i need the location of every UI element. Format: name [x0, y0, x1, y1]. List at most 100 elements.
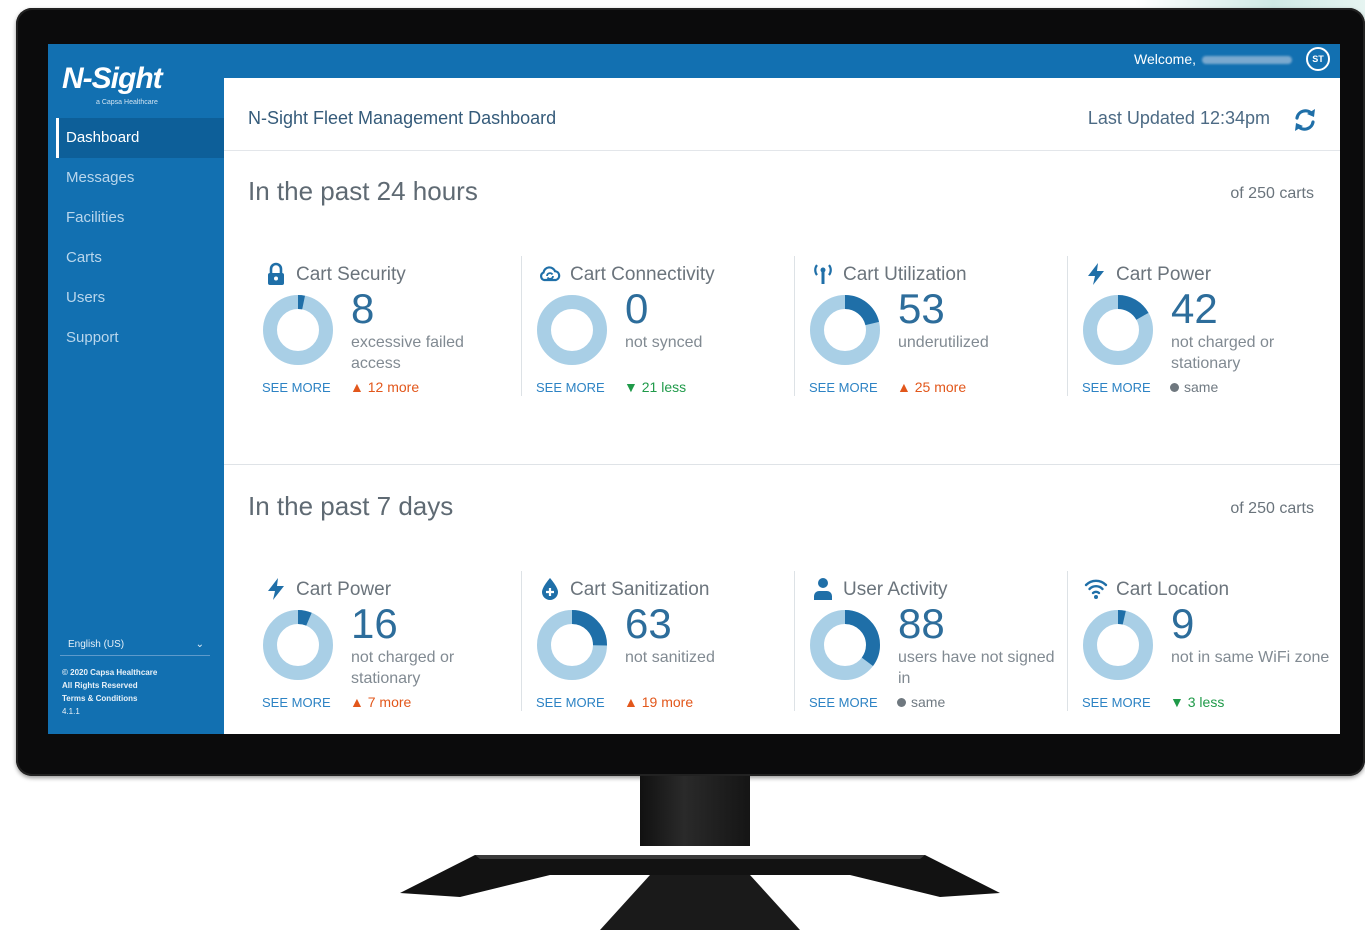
page-title: N-Sight Fleet Management Dashboard — [248, 108, 557, 128]
card-title: Cart Sanitization — [570, 579, 710, 600]
change-indicator: ▲ 7 more — [350, 694, 411, 710]
change-text: 21 less — [641, 379, 687, 395]
down-triangle-icon: ▼ — [624, 379, 638, 395]
up-triangle-icon: ▲ — [624, 694, 638, 710]
last-updated-text: Last Updated 12:34pm — [1087, 108, 1270, 128]
section-cart-count: of 250 carts — [1230, 185, 1314, 202]
card-title: Cart Power — [1116, 264, 1212, 285]
card-cart-security: Cart Security 8 excessive failed access … — [248, 256, 521, 396]
card-title: Cart Location — [1116, 579, 1230, 600]
card-value: 9 — [1171, 600, 1195, 647]
up-triangle-icon: ▲ — [897, 379, 911, 395]
neutral-dot-icon — [897, 698, 906, 707]
welcome-label: Welcome, — [1134, 51, 1196, 67]
see-more-link[interactable]: SEE MORE — [809, 695, 878, 710]
n-sight-logo: N-Sight — [62, 62, 163, 95]
card-description: not sanitized — [625, 649, 715, 666]
sidebar-item-users[interactable]: Users — [56, 278, 224, 318]
sidebar-item-messages[interactable]: Messages — [56, 158, 224, 198]
up-triangle-icon: ▲ — [350, 694, 364, 710]
change-indicator: ▲ 25 more — [897, 379, 966, 395]
card-cart-power-24h: Cart Power 42 not charged or stationary … — [1067, 256, 1340, 396]
terms-link[interactable]: Terms & Conditions — [62, 692, 157, 705]
wifi-icon — [1084, 579, 1108, 599]
card-value: 0 — [625, 285, 649, 332]
welcome-message: Welcome, — [1134, 51, 1292, 67]
change-indicator: same — [1170, 379, 1218, 395]
sidebar-item-carts[interactable]: Carts — [56, 238, 224, 278]
donut-chart — [1083, 610, 1153, 680]
donut-chart — [537, 295, 607, 365]
card-user-activity: User Activity 88 users have not signed i… — [794, 571, 1068, 711]
card-value: 42 — [1171, 285, 1218, 332]
donut-track — [1083, 610, 1153, 680]
donut-chart — [537, 610, 607, 680]
card-title: Cart Security — [296, 264, 406, 285]
section-title: In the past 7 days — [248, 491, 454, 521]
up-triangle-icon: ▲ — [350, 379, 364, 395]
change-indicator: same — [897, 694, 945, 710]
sidebar-item-facilities[interactable]: Facilities — [56, 198, 224, 238]
down-triangle-icon: ▼ — [1170, 694, 1184, 710]
see-more-link[interactable]: SEE MORE — [536, 695, 605, 710]
card-title: Cart Power — [296, 579, 392, 600]
card-description: not in same WiFi zone — [1171, 649, 1330, 666]
card-description: excessive failed access — [351, 334, 464, 372]
blurred-username — [1202, 56, 1292, 65]
card-cart-connectivity: Cart Connectivity 0 not synced SEE MORE … — [521, 256, 795, 396]
change-text: 7 more — [367, 694, 412, 710]
version-text: 4.1.1 — [62, 707, 80, 716]
card-title: Cart Utilization — [843, 264, 967, 285]
user-icon — [814, 578, 832, 600]
change-indicator: ▼ 21 less — [624, 379, 686, 395]
section-past-7-days: In the past 7 days of 250 carts Cart Pow… — [224, 465, 1340, 734]
card-description: not synced — [625, 334, 703, 351]
logo-subtitle: a Capsa Healthcare — [96, 99, 158, 106]
card-description: not charged or stationary — [351, 649, 455, 687]
card-description: underutilized — [898, 334, 989, 351]
language-select[interactable]: English (US) ⌄ — [60, 634, 210, 656]
see-more-link[interactable]: SEE MORE — [262, 695, 331, 710]
card-value: 63 — [625, 600, 672, 647]
donut-track — [263, 295, 333, 365]
see-more-link[interactable]: SEE MORE — [1082, 695, 1151, 710]
donut-chart — [810, 295, 880, 365]
neutral-dot-icon — [1170, 383, 1179, 392]
bolt-icon — [268, 578, 284, 600]
sidebar-footer: © 2020 Capsa Healthcare All Rights Reser… — [62, 666, 157, 718]
donut-track — [263, 610, 333, 680]
droplet-plus-icon — [542, 578, 558, 600]
rights-text: All Rights Reserved — [62, 681, 138, 690]
change-text: same — [1184, 379, 1219, 395]
card-title: Cart Connectivity — [570, 264, 715, 285]
sidebar-nav: Dashboard Messages Facilities Carts User… — [56, 118, 224, 358]
avatar[interactable]: ST — [1306, 47, 1330, 71]
refresh-icon[interactable] — [1290, 105, 1320, 135]
card-description: users have not signed in — [898, 649, 1055, 687]
main-content: N-Sight Fleet Management Dashboard Last … — [224, 78, 1340, 734]
section-past-24-hours: In the past 24 hours of 250 carts Cart S… — [224, 150, 1340, 465]
donut-track — [537, 295, 607, 365]
see-more-link[interactable]: SEE MORE — [809, 380, 878, 395]
change-text: 25 more — [914, 379, 967, 395]
chevron-down-icon: ⌄ — [195, 639, 204, 650]
change-indicator: ▲ 12 more — [350, 379, 419, 395]
donut-chart — [263, 295, 333, 365]
sidebar: N-Sight a Capsa Healthcare Dashboard Mes… — [48, 44, 224, 734]
dashboard-header: N-Sight Fleet Management Dashboard Last … — [224, 78, 1340, 151]
card-value: 8 — [351, 285, 375, 332]
card-cart-utilization: Cart Utilization 53 underutilized SEE MO… — [794, 256, 1068, 396]
see-more-link[interactable]: SEE MORE — [1082, 380, 1151, 395]
donut-chart — [810, 610, 880, 680]
sidebar-item-dashboard[interactable]: Dashboard — [56, 118, 224, 158]
card-cart-power-7d: Cart Power 16 not charged or stationary … — [248, 571, 521, 711]
card-value: 88 — [898, 600, 945, 647]
sidebar-item-support[interactable]: Support — [56, 318, 224, 358]
see-more-link[interactable]: SEE MORE — [262, 380, 331, 395]
change-indicator: ▲ 19 more — [624, 694, 693, 710]
card-description: not charged or stationary — [1171, 334, 1275, 372]
lock-icon — [268, 262, 284, 285]
section-title: In the past 24 hours — [248, 176, 478, 206]
see-more-link[interactable]: SEE MORE — [536, 380, 605, 395]
top-bar: Welcome, ST — [224, 44, 1340, 78]
